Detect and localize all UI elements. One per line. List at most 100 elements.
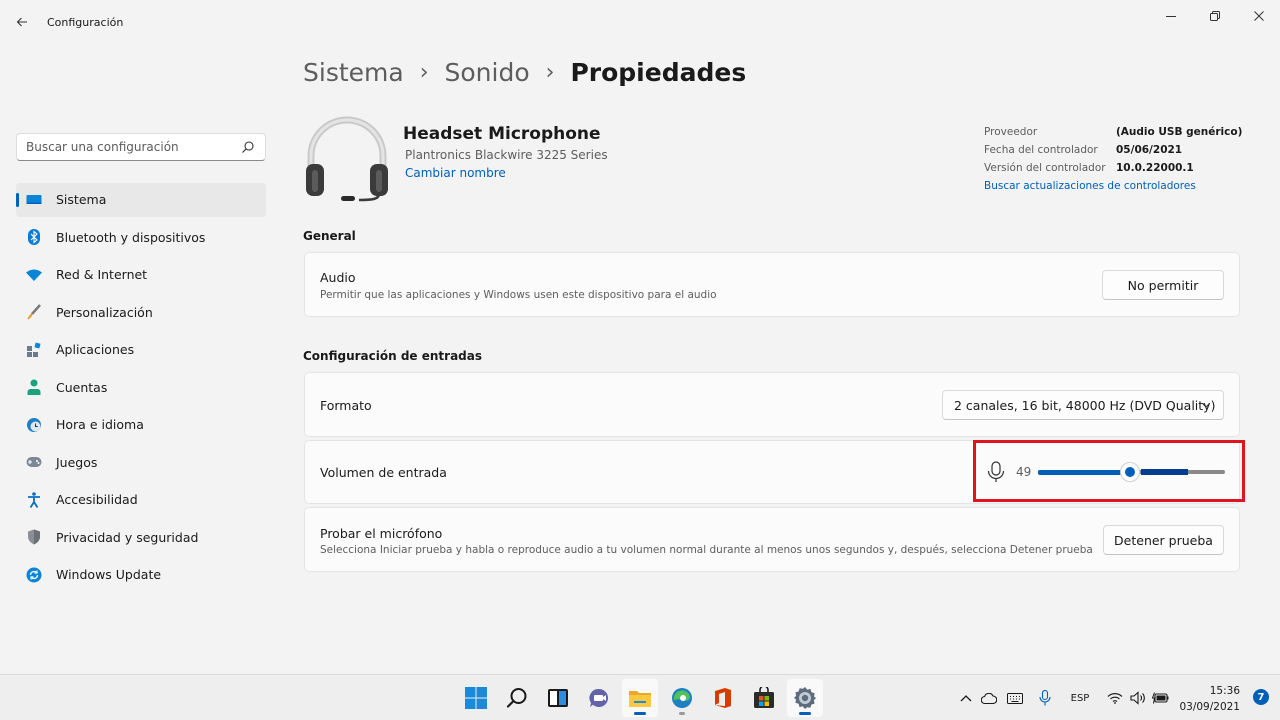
breadcrumb: Sistema › Sonido › Propiedades — [303, 54, 746, 90]
sidebar-item-privacidad[interactable]: Privacidad y seguridad — [16, 521, 266, 555]
audio-card: Audio Permitir que las aplicaciones y Wi… — [304, 252, 1240, 317]
highlight-box — [973, 440, 1245, 502]
keyboard-icon — [1007, 692, 1023, 704]
audio-title: Audio — [320, 270, 356, 285]
taskbar-settings[interactable] — [787, 679, 823, 717]
start-icon — [465, 687, 487, 709]
tray-volume[interactable] — [1128, 675, 1148, 720]
sidebar-item-label: Bluetooth y dispositivos — [56, 229, 206, 245]
apps-icon — [26, 342, 42, 358]
battery-charging-icon — [1152, 692, 1169, 704]
format-dropdown-value: 2 canales, 16 bit, 48000 Hz (DVD Quality… — [954, 397, 1216, 413]
taskbar-clock[interactable]: 15:36 03/09/2021 — [1179, 683, 1240, 715]
sidebar-item-label: Red & Internet — [56, 267, 148, 283]
driver-info-key: Fecha del controlador — [984, 144, 1098, 156]
chevron-up-icon — [960, 695, 972, 702]
volume-title: Volumen de entrada — [320, 465, 447, 480]
file-explorer-icon — [629, 691, 651, 707]
close-button[interactable] — [1236, 0, 1280, 32]
active-indicator — [799, 712, 811, 715]
brush-icon — [26, 304, 42, 320]
tray-keyboard[interactable] — [1005, 675, 1025, 720]
speaker-icon — [1130, 691, 1145, 705]
taskbar: ESP 15:36 03/09/2021 7 — [0, 674, 1280, 720]
breadcrumb-sistema[interactable]: Sistema — [303, 58, 404, 87]
gamepad-icon — [26, 454, 42, 470]
minimize-button[interactable] — [1148, 0, 1194, 32]
sidebar-item-label: Juegos — [56, 454, 98, 470]
sidebar-nav: Sistema Bluetooth y dispositivos Red & I… — [16, 183, 266, 596]
update-icon — [26, 567, 42, 583]
sidebar-item-juegos[interactable]: Juegos — [16, 446, 266, 480]
detener-prueba-button[interactable]: Detener prueba — [1103, 525, 1224, 555]
back-button[interactable] — [6, 8, 38, 36]
sidebar-item-windows-update[interactable]: Windows Update — [16, 558, 266, 592]
clock-date: 03/09/2021 — [1179, 701, 1240, 713]
monitor-icon — [26, 192, 42, 208]
search-icon — [242, 141, 254, 153]
sidebar-item-red-internet[interactable]: Red & Internet — [16, 258, 266, 292]
restore-icon — [1210, 11, 1220, 21]
active-indicator — [634, 712, 646, 715]
person-icon — [26, 379, 42, 396]
office-icon — [715, 688, 731, 708]
sidebar-item-cuentas[interactable]: Cuentas — [16, 371, 266, 405]
app-title: Configuración — [47, 16, 124, 29]
section-heading-general: General — [303, 229, 356, 243]
sidebar-item-personalizacion[interactable]: Personalización — [16, 296, 266, 330]
breadcrumb-sonido[interactable]: Sonido — [445, 58, 530, 87]
device-name: Headset Microphone — [403, 124, 601, 144]
sidebar-item-accesibilidad[interactable]: Accesibilidad — [16, 483, 266, 517]
taskbar-start[interactable] — [458, 679, 494, 717]
driver-info-row: Versión del controlador 10.0.22000.1 — [984, 162, 1196, 180]
headset-icon — [306, 116, 388, 202]
rename-link[interactable]: Cambiar nombre — [405, 166, 506, 180]
bluetooth-icon — [26, 229, 42, 246]
wifi-icon — [26, 267, 42, 283]
maximize-button[interactable] — [1192, 0, 1238, 32]
sidebar-item-label: Personalización — [56, 304, 153, 320]
driver-update-link[interactable]: Buscar actualizaciones de controladores — [984, 180, 1196, 198]
taskbar-chat[interactable] — [581, 679, 617, 717]
sidebar-item-label: Sistema — [56, 192, 107, 208]
shield-icon — [26, 529, 42, 545]
sidebar-item-aplicaciones[interactable]: Aplicaciones — [16, 333, 266, 367]
driver-info-key: Versión del controlador — [984, 162, 1106, 174]
search-box[interactable] — [16, 133, 266, 161]
mic-test-card: Probar el micrófono Selecciona Iniciar p… — [304, 507, 1240, 572]
mic-test-title: Probar el micrófono — [320, 526, 443, 541]
taskbar-task-view[interactable] — [540, 679, 576, 717]
notification-badge[interactable]: 7 — [1253, 689, 1269, 705]
tray-language[interactable]: ESP — [1066, 675, 1094, 720]
tray-network[interactable] — [1105, 675, 1125, 720]
sidebar-item-label: Hora e idioma — [56, 417, 144, 433]
sidebar-item-bluetooth[interactable]: Bluetooth y dispositivos — [16, 221, 266, 255]
clock-globe-icon — [26, 417, 42, 433]
driver-info-value: 10.0.22000.1 — [1116, 162, 1194, 174]
tray-onedrive[interactable] — [979, 675, 999, 720]
language-indicator: ESP — [1070, 692, 1090, 704]
format-dropdown[interactable]: 2 canales, 16 bit, 48000 Hz (DVD Quality… — [942, 390, 1224, 420]
search-input[interactable] — [17, 134, 227, 160]
taskbar-store[interactable] — [746, 679, 782, 717]
no-permitir-button[interactable]: No permitir — [1102, 270, 1224, 300]
show-hidden-icons[interactable] — [957, 675, 975, 720]
taskbar-office[interactable] — [705, 679, 741, 717]
chevron-down-icon — [1202, 403, 1210, 408]
tray-battery[interactable] — [1151, 675, 1171, 720]
sidebar-item-sistema[interactable]: Sistema — [16, 183, 266, 217]
taskbar-search[interactable] — [499, 679, 535, 717]
settings-icon — [794, 687, 816, 709]
driver-info-value: 05/06/2021 — [1116, 144, 1183, 156]
sidebar-item-hora-idioma[interactable]: Hora e idioma — [16, 408, 266, 442]
driver-info-value: (Audio USB genérico) — [1116, 126, 1243, 138]
taskbar-file-explorer[interactable] — [622, 679, 658, 717]
store-icon — [754, 687, 774, 708]
minimize-icon — [1166, 16, 1176, 17]
format-card: Formato 2 canales, 16 bit, 48000 Hz (DVD… — [304, 372, 1240, 437]
device-model: Plantronics Blackwire 3225 Series — [405, 148, 608, 162]
driver-info: Proveedor (Audio USB genérico) Fecha del… — [984, 126, 1242, 198]
taskbar-edge[interactable] — [664, 679, 700, 717]
close-icon — [1254, 11, 1264, 21]
tray-microphone[interactable] — [1035, 675, 1055, 720]
